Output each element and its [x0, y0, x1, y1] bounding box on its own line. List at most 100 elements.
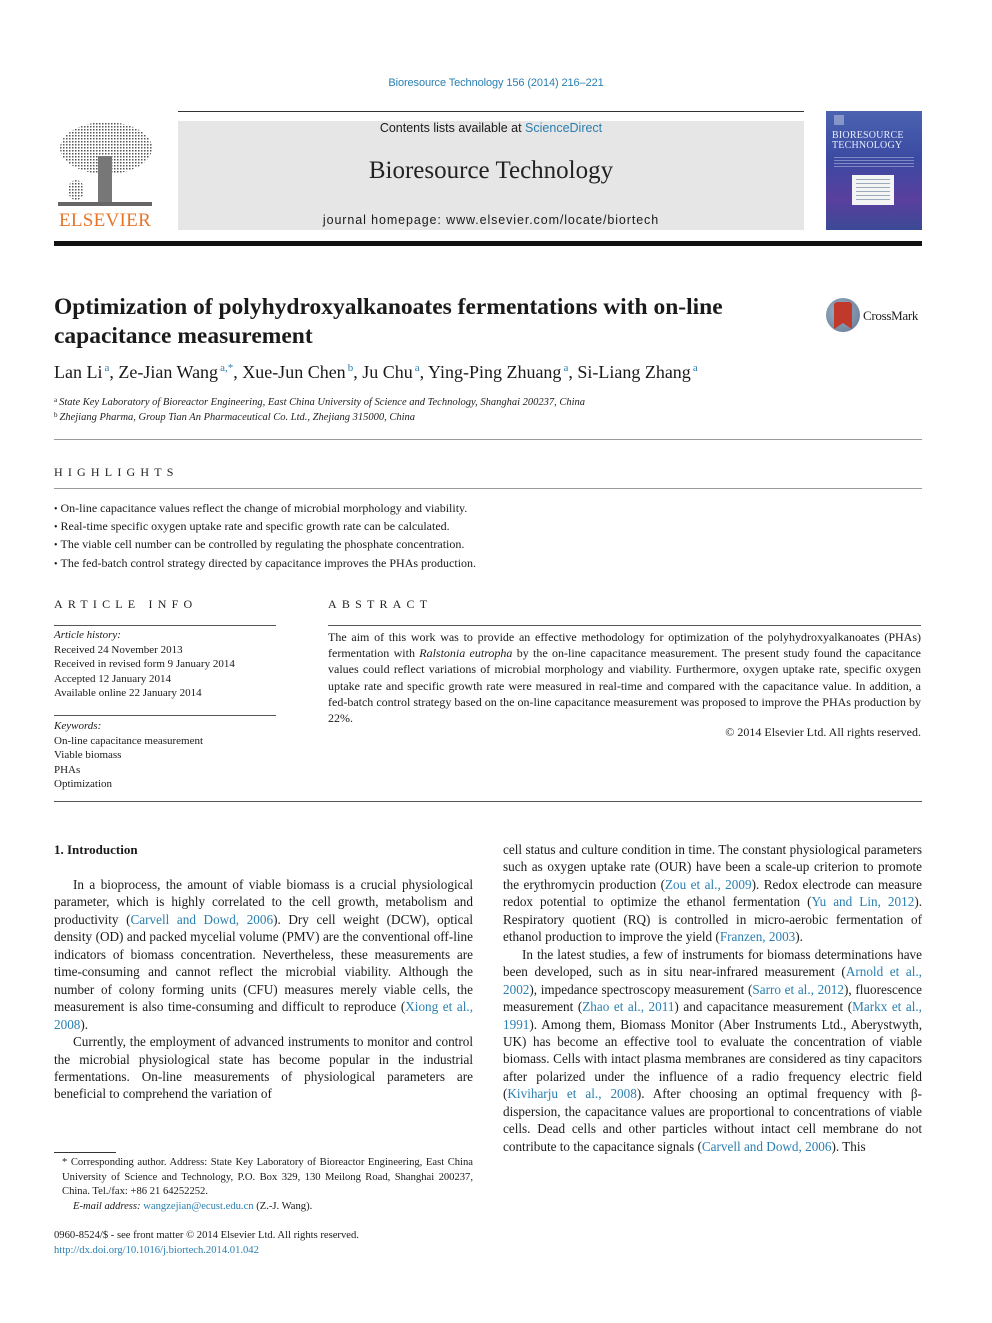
journal-homepage-link[interactable]: journal homepage: www.elsevier.com/locat…	[178, 213, 804, 227]
citation-link[interactable]: Kiviharju et al., 2008	[507, 1086, 636, 1101]
affiliation-text: State Key Laboratory of Bioreactor Engin…	[59, 397, 586, 408]
author-affiliation-mark[interactable]: b	[348, 362, 354, 374]
keywords-rule	[54, 715, 276, 716]
cover-title: BIORESOURCE TECHNOLOGY	[832, 131, 918, 151]
corresponding-author-text: * Corresponding author. Address: State K…	[62, 1157, 473, 1198]
elsevier-wordmark: ELSEVIER	[58, 210, 152, 231]
article-history-label: Article history:	[54, 629, 121, 641]
footnote-rule	[54, 1152, 116, 1153]
affiliation-key: b	[54, 411, 58, 419]
highlight-item: Real-time specific oxygen uptake rate an…	[54, 518, 914, 536]
author[interactable]: Si-Liang Zhang a	[577, 362, 697, 382]
affiliation-b: b Zhejiang Pharma, Group Tian An Pharmace…	[54, 411, 415, 423]
doi-link[interactable]: http://dx.doi.org/10.1016/j.biortech.201…	[54, 1244, 473, 1259]
keyword: Optimization	[54, 778, 113, 791]
article-info-rule	[54, 625, 276, 626]
citation-link[interactable]: Carvell and Dowd, 2006	[130, 912, 273, 927]
author[interactable]: Xue-Jun Chen b	[242, 362, 353, 382]
affiliation-rule	[54, 439, 922, 440]
author-name: Ze-Jian Wang	[118, 362, 219, 382]
paragraph: In the latest studies, a few of instrume…	[503, 946, 922, 1155]
paragraph-text: Currently, the employment of advanced in…	[54, 1034, 473, 1102]
highlights-rule	[54, 488, 922, 489]
article-title: Optimization of polyhydroxyalkanoates fe…	[54, 294, 723, 349]
keyword: Viable biomass	[54, 749, 122, 762]
affiliation-a: a State Key Laboratory of Bioreactor Engi…	[54, 396, 585, 408]
journal-name: Bioresource Technology	[368, 157, 614, 184]
history-item: Received in revised form 9 January 2014	[54, 658, 235, 671]
citation-link[interactable]: Zhao et al., 2011	[582, 999, 674, 1014]
affiliation-text: Zhejiang Pharma, Group Tian An Pharmaceu…	[59, 412, 416, 423]
email-line: E-mail address: wangzejian@ecust.edu.cn …	[54, 1200, 473, 1215]
paragraph-text: ). This	[831, 1138, 866, 1154]
article-history: Article history: Received 24 November 20…	[54, 628, 276, 701]
author-affiliation-mark[interactable]: a,*	[220, 362, 233, 374]
left-column: In a bioprocess, the amount of viable bi…	[54, 876, 473, 1103]
citation-link[interactable]: Yu and Lin, 2012	[812, 894, 915, 909]
author[interactable]: Ju Chu a	[362, 362, 419, 382]
crossmark-button[interactable]: CrossMark	[826, 298, 926, 334]
author[interactable]: Lan Li a	[54, 362, 109, 382]
author-name: Lan Li	[54, 362, 103, 382]
corresponding-author-footnote: * Corresponding author. Address: State K…	[54, 1156, 473, 1214]
email-suffix: (Z.-J. Wang).	[253, 1200, 313, 1212]
front-matter-text: 0960-8524/$ - see front matter © 2014 El…	[54, 1230, 359, 1241]
highlight-item: On-line capacitance values reflect the c…	[54, 500, 914, 518]
paragraph-text: ), impedance spectroscopy measurement (	[529, 981, 753, 997]
paragraph: Currently, the employment of advanced in…	[54, 1033, 473, 1103]
front-matter-note: 0960-8524/$ - see front matter © 2014 El…	[54, 1229, 473, 1258]
keywords-label: Keywords:	[54, 720, 102, 732]
abstract-copyright: © 2014 Elsevier Ltd. All rights reserved…	[725, 725, 921, 739]
journal-banner: Contents lists available at ScienceDirec…	[178, 121, 804, 230]
journal-cover-image[interactable]: BIORESOURCE TECHNOLOGY	[826, 111, 922, 230]
keyword: PHAs	[54, 763, 81, 776]
highlight-item: The fed-batch control strategy directed …	[54, 555, 914, 573]
history-item: Received 24 November 2013	[54, 643, 183, 656]
author-affiliation-mark[interactable]: a	[563, 362, 568, 374]
keywords: Keywords: On-line capacitance measuremen…	[54, 719, 276, 792]
paragraph: cell status and culture condition in tim…	[503, 841, 922, 946]
citation-link[interactable]: Franzen, 2003	[720, 929, 795, 944]
article-info-heading: ARTICLE INFO	[54, 597, 198, 611]
keyword: On-line capacitance measurement	[54, 734, 204, 747]
author-affiliation-mark[interactable]: a	[693, 362, 698, 374]
history-item: Available online 22 January 2014	[54, 687, 202, 700]
header-rule	[178, 111, 804, 112]
author[interactable]: Ying-Ping Zhuang a	[428, 362, 568, 382]
history-item: Accepted 12 January 2014	[54, 672, 171, 685]
email-label: E-mail address:	[73, 1200, 144, 1212]
introduction-heading: 1. Introduction	[54, 842, 138, 857]
journal-citation-link[interactable]: Bioresource Technology 156 (2014) 216–22…	[0, 77, 992, 89]
author[interactable]: Ze-Jian Wang a,*	[118, 362, 233, 382]
abstract-heading: ABSTRACT	[328, 597, 433, 611]
right-column: cell status and culture condition in tim…	[503, 841, 922, 1155]
contents-prefix: Contents lists available at	[379, 121, 526, 135]
affiliation-key: a	[54, 396, 58, 404]
tree-icon	[58, 122, 152, 206]
cover-figure	[852, 175, 894, 205]
organism-name: Ralstonia eutropha	[419, 646, 513, 661]
author-affiliation-mark[interactable]: a	[415, 362, 420, 374]
author-name: Si-Liang Zhang	[577, 362, 691, 382]
highlights-heading: HIGHLIGHTS	[54, 465, 179, 479]
author-affiliation-mark[interactable]: a	[104, 362, 109, 374]
highlights-list: On-line capacitance values reflect the c…	[54, 500, 914, 573]
highlight-item: The viable cell number can be controlled…	[54, 536, 914, 554]
email-link[interactable]: wangzejian@ecust.edu.cn	[143, 1201, 253, 1212]
crossmark-label: CrossMark	[863, 308, 919, 323]
citation-link[interactable]: Zou et al., 2009	[665, 877, 752, 892]
author-name: Ying-Ping Zhuang	[427, 362, 562, 382]
author-name: Xue-Jun Chen	[242, 362, 346, 382]
sciencedirect-link[interactable]: ScienceDirect	[525, 121, 602, 135]
citation-link[interactable]: Sarro et al., 2012	[752, 982, 844, 997]
citation-link[interactable]: Carvell and Dowd, 2006	[702, 1139, 832, 1154]
paragraph-text: ).	[80, 1016, 89, 1032]
paragraph: In a bioprocess, the amount of viable bi…	[54, 876, 473, 1033]
paragraph-text: ) and capacitance measurement (	[674, 999, 853, 1015]
cover-publisher-icon	[834, 115, 844, 125]
abstract-rule	[328, 625, 921, 626]
paragraph-text: ).	[795, 929, 803, 945]
front-matter-rule	[54, 801, 922, 802]
abstract-body: The aim of this work was to provide an e…	[328, 629, 921, 726]
cover-title-line2: TECHNOLOGY	[832, 140, 903, 151]
